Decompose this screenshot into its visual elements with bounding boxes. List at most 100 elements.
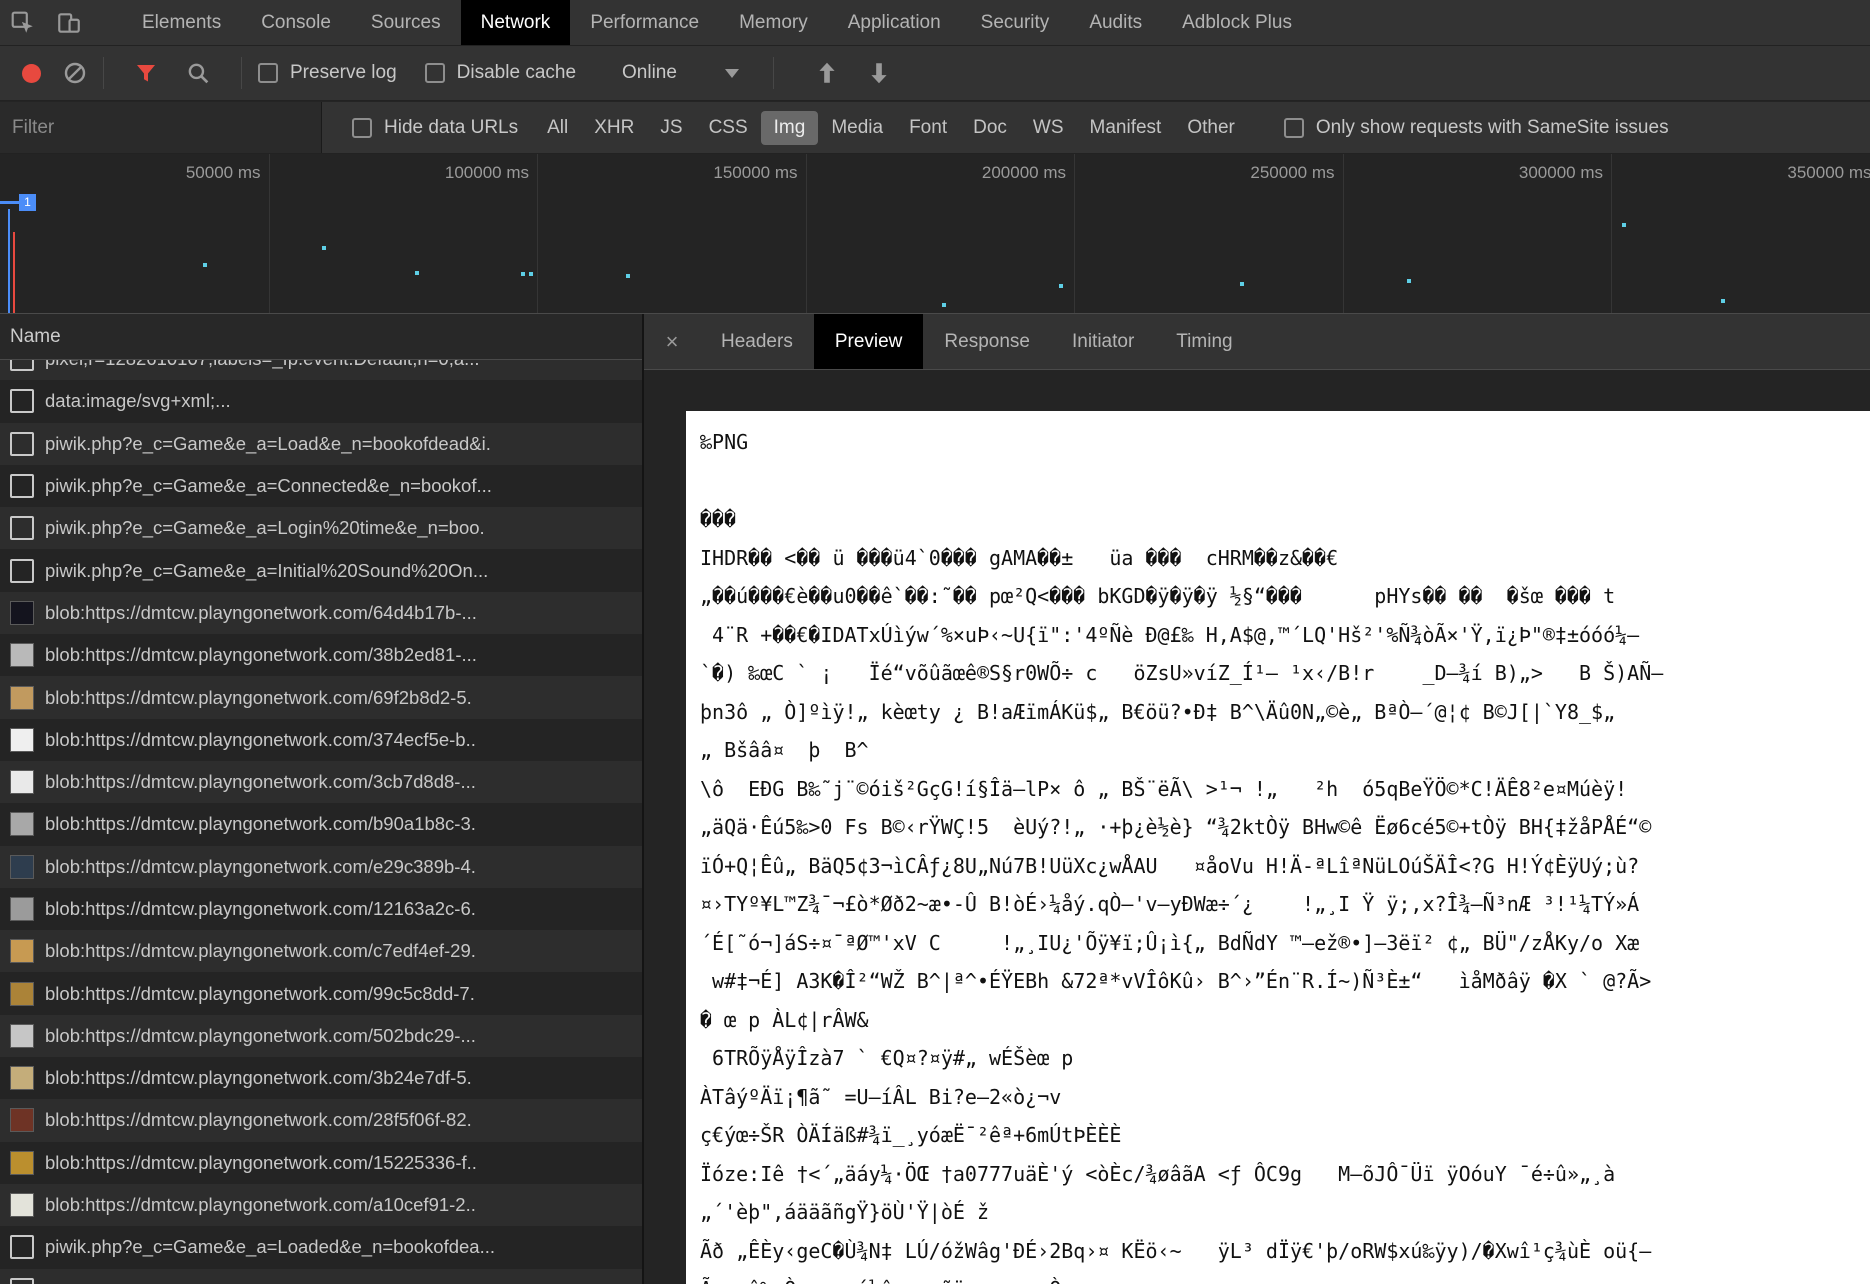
timeline-gridline [1074,154,1075,313]
request-row[interactable]: blob:https://dmtcw.playngonetwork.com/15… [0,1142,642,1184]
samesite-checkbox[interactable] [1283,117,1304,138]
request-row[interactable]: blob:https://dmtcw.playngonetwork.com/50… [0,1014,642,1058]
request-row[interactable] [0,1268,642,1284]
detail-tabs: Headers Preview Response Initiator Timing [700,314,1254,369]
request-row[interactable]: blob:https://dmtcw.playngonetwork.com/38… [0,634,642,676]
filter-type-js[interactable]: JS [647,111,695,145]
record-icon[interactable] [22,63,41,83]
request-row[interactable]: blob:https://dmtcw.playngonetwork.com/3c… [0,760,642,804]
clear-icon[interactable] [63,61,87,85]
tab-console[interactable]: Console [241,0,351,45]
request-dot [521,272,525,276]
filter-type-xhr[interactable]: XHR [581,111,647,145]
request-row[interactable]: blob:https://dmtcw.playngonetwork.com/12… [0,888,642,930]
request-row[interactable]: piwik.php?e_c=Game&e_a=Load&e_n=bookofde… [0,422,642,465]
file-icon [10,516,34,541]
filter-type-font[interactable]: Font [896,111,960,145]
detail-tab-initiator[interactable]: Initiator [1051,314,1155,369]
name-column-header[interactable]: Name [0,314,642,360]
request-name: blob:https://dmtcw.playngonetwork.com/38… [45,644,477,666]
request-row[interactable]: blob:https://dmtcw.playngonetwork.com/c7… [0,930,642,973]
timeline-tick-label: 350000 ms [1787,163,1870,182]
tab-performance[interactable]: Performance [570,0,719,45]
hide-data-urls-checkbox[interactable] [352,117,372,138]
device-toolbar-icon[interactable] [46,0,92,45]
request-row[interactable]: piwik.php?e_c=Game&e_a=Loaded&e_n=bookof… [0,1226,642,1268]
request-name: blob:https://dmtcw.playngonetwork.com/3b… [45,1067,472,1089]
request-row[interactable]: blob:https://dmtcw.playngonetwork.com/e2… [0,845,642,888]
filter-type-media[interactable]: Media [818,111,896,145]
tab-memory[interactable]: Memory [719,0,828,45]
timeline-gridline [1342,154,1344,313]
filter-type-manifest[interactable]: Manifest [1077,111,1175,145]
request-dot [529,272,533,276]
filter-bar: Hide data URLs AllXHRJSCSSImgMediaFontDo… [0,102,1870,154]
file-icon [10,558,34,583]
detail-tab-headers[interactable]: Headers [700,314,814,369]
search-icon[interactable] [186,61,211,86]
request-row[interactable]: blob:https://dmtcw.playngonetwork.com/b9… [0,803,642,845]
request-row[interactable]: blob:https://dmtcw.playngonetwork.com/3b… [0,1057,642,1099]
request-row[interactable]: blob:https://dmtcw.playngonetwork.com/64… [0,591,642,635]
request-list: pixel,r=1282610107,labels=_fp.event.Defa… [0,360,642,1284]
tab-elements[interactable]: Elements [122,0,241,45]
detail-tab-timing[interactable]: Timing [1155,314,1253,369]
filter-type-other[interactable]: Other [1174,111,1248,145]
tab-sources[interactable]: Sources [351,0,461,45]
filter-type-all[interactable]: All [534,111,581,145]
load-event-marker [13,232,15,313]
request-row[interactable]: blob:https://dmtcw.playngonetwork.com/37… [0,719,642,761]
filter-input[interactable] [0,102,322,153]
selected-request-marker-line [0,201,19,204]
file-icon [10,1235,34,1260]
filter-type-img[interactable]: Img [760,110,819,145]
request-row[interactable]: piwik.php?e_c=Game&e_a=Login%20time&e_n=… [0,507,642,550]
detail-tab-response[interactable]: Response [923,314,1051,369]
image-thumbnail-icon [10,770,34,795]
image-thumbnail-icon [10,1023,34,1048]
image-thumbnail-icon [10,1193,34,1218]
close-details-icon[interactable]: × [644,314,700,369]
request-row[interactable]: blob:https://dmtcw.playngonetwork.com/99… [0,972,642,1014]
resource-type-filters: All XHR JS CSS Img Media Font Doc WS Manifest Othe… [534,110,1248,145]
request-row[interactable]: blob:https://dmtcw.playngonetwork.com/28… [0,1099,642,1142]
request-row[interactable]: blob:https://dmtcw.playngonetwork.com/a1… [0,1183,642,1227]
filter-type-css[interactable]: CSS [696,111,761,145]
file-icon [10,360,34,372]
request-row[interactable]: data:image/svg+xml;... [0,380,642,422]
request-row[interactable]: pixel,r=1282610107,labels=_fp.event.Defa… [0,360,642,381]
disable-cache-checkbox[interactable] [424,63,445,83]
import-har-icon[interactable] [814,60,840,86]
tab-security[interactable]: Security [961,0,1070,45]
samesite-label: Only show requests with SameSite issues [1315,116,1669,138]
timeline-gridline [805,154,807,313]
request-row[interactable]: piwik.php?e_c=Game&e_a=Initial%20Sound%2… [0,549,642,591]
request-dot [626,274,630,278]
request-row[interactable]: piwik.php?e_c=Game&e_a=Connected&e_n=boo… [0,465,642,507]
filter-type-ws[interactable]: WS [1020,111,1077,145]
request-row[interactable]: blob:https://dmtcw.playngonetwork.com/69… [0,676,642,719]
inspect-element-icon[interactable] [0,0,46,45]
timeline-gridline [268,154,270,313]
filter-type-doc[interactable]: Doc [960,111,1020,145]
export-har-icon[interactable] [866,60,892,86]
tab-audits[interactable]: Audits [1069,0,1162,45]
disable-cache-label: Disable cache [456,62,577,83]
tab-application[interactable]: Application [828,0,961,45]
image-thumbnail-icon [10,981,34,1006]
filter-funnel-icon[interactable] [134,61,158,85]
tab-network[interactable]: Network [460,0,571,45]
tab-adblock-plus[interactable]: Adblock Plus [1162,0,1312,45]
image-thumbnail-icon [10,1066,34,1091]
throttling-select[interactable]: Online [622,62,677,84]
timeline-overview[interactable]: 1 50000 ms 100000 ms 150000 ms 200000 ms 250… [0,154,1870,314]
detail-tab-preview[interactable]: Preview [813,314,924,369]
request-name: blob:https://dmtcw.playngonetwork.com/b9… [45,813,476,835]
request-name: piwik.php?e_c=Game&e_a=Initial%20Sound%2… [45,559,489,581]
chevron-down-icon[interactable] [724,68,739,78]
request-name: blob:https://dmtcw.playngonetwork.com/e2… [45,855,476,877]
request-dot [1059,284,1063,288]
requests-panel: Name pixel,r=1282610107,labels=_fp.event… [0,314,644,1284]
preserve-log-label: Preserve log [290,62,397,83]
preserve-log-checkbox[interactable] [258,63,278,83]
